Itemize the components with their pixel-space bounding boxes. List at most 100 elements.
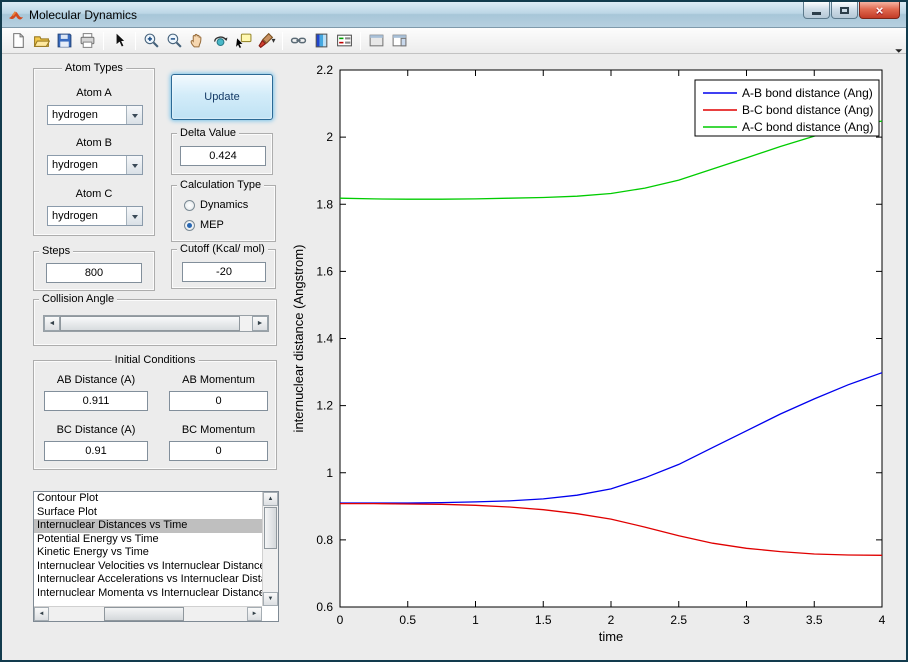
zoom-in-icon: [144, 33, 159, 48]
rotate-3d-button[interactable]: [209, 30, 232, 52]
scroll-down-icon[interactable]: ▼: [263, 592, 278, 606]
dynamics-radio[interactable]: Dynamics: [184, 199, 248, 211]
close-icon: ×: [875, 2, 884, 18]
new-figure-button[interactable]: [7, 30, 30, 52]
mep-radio[interactable]: MEP: [184, 219, 224, 231]
chevron-down-icon: [131, 113, 138, 121]
save-figure-icon: [57, 33, 72, 48]
brush-dropdown-icon: ▾: [271, 36, 276, 45]
x-tick-label: 2.5: [670, 613, 687, 627]
plot-type-listbox[interactable]: Contour Plot Surface Plot Internuclear Dis…: [33, 491, 279, 622]
mep-radio-label: MEP: [200, 219, 224, 231]
minimize-button[interactable]: [803, 2, 830, 19]
atom-a-select[interactable]: hydrogen: [47, 105, 143, 125]
x-tick-label: 4: [879, 613, 886, 627]
initial-conditions-panel: Initial Conditions AB Distance (A) AB Mo…: [33, 354, 277, 470]
list-item[interactable]: Surface Plot: [34, 506, 262, 520]
list-item[interactable]: Internuclear Distances vs Time: [34, 519, 262, 533]
atom-c-value: hydrogen: [52, 210, 98, 222]
open-file-icon: [33, 36, 50, 47]
panel-title: Steps: [39, 245, 74, 257]
insert-legend-button[interactable]: [333, 30, 356, 52]
close-button[interactable]: ×: [859, 2, 900, 19]
pan-hand-icon: [190, 33, 202, 48]
new-figure-icon: [13, 33, 24, 48]
open-file-button[interactable]: [30, 30, 53, 52]
slider-track[interactable]: [240, 316, 252, 331]
hide-plot-tools-button[interactable]: [365, 30, 388, 52]
pan-button[interactable]: [186, 30, 209, 52]
x-tick-label: 1: [472, 613, 479, 627]
y-tick-label: 1.6: [316, 264, 333, 278]
cutoff-input[interactable]: [182, 262, 266, 282]
steps-input[interactable]: [46, 263, 142, 283]
x-tick-label: 2: [608, 613, 615, 627]
zoom-out-button[interactable]: [163, 30, 186, 52]
collision-angle-panel: Collision Angle ◄ ►: [33, 293, 277, 346]
scroll-right-icon[interactable]: ►: [247, 607, 262, 621]
edit-plot-button[interactable]: [108, 30, 131, 52]
link-plots-button[interactable]: [287, 30, 310, 52]
update-button[interactable]: Update: [171, 74, 273, 120]
list-item[interactable]: Internuclear Accelerations vs Internucle…: [34, 573, 262, 587]
slider-right-arrow-icon[interactable]: ►: [252, 316, 268, 331]
window-title: Molecular Dynamics: [29, 7, 138, 22]
list-item[interactable]: Kinetic Energy vs Time: [34, 546, 262, 560]
toolbar-overflow-icon[interactable]: [891, 42, 903, 53]
slider-left-arrow-icon[interactable]: ◄: [44, 316, 60, 331]
x-tick-label: 1.5: [535, 613, 552, 627]
y-tick-label: 1.8: [316, 197, 333, 211]
calculation-type-panel: Calculation Type Dynamics MEP: [171, 179, 276, 242]
list-item[interactable]: Potential Energy vs Time: [34, 533, 262, 547]
y-tick-label: 1: [326, 466, 333, 480]
y-tick-label: 0.8: [316, 533, 333, 547]
radio-unselected-icon: [184, 199, 195, 211]
atom-c-select[interactable]: hydrogen: [47, 206, 143, 226]
legend-label: A-B bond distance (Ang): [742, 86, 873, 100]
insert-colorbar-button[interactable]: [310, 30, 333, 52]
show-plot-tools-icon: [392, 34, 407, 47]
list-item[interactable]: Internuclear Velocities vs Internuclear …: [34, 560, 262, 574]
link-plots-icon: [290, 37, 307, 44]
toolbar-separator: [360, 31, 361, 50]
slider-thumb[interactable]: [60, 316, 240, 331]
scroll-left-icon[interactable]: ◄: [34, 607, 49, 621]
atom-b-dropdown-button[interactable]: [126, 156, 142, 174]
show-plot-tools-button[interactable]: [388, 30, 411, 52]
brush-data-button[interactable]: ▾: [255, 30, 278, 52]
listbox-horizontal-scrollbar[interactable]: ◄ ►: [34, 606, 262, 621]
vertical-scroll-thumb[interactable]: [264, 507, 277, 549]
bc-momentum-input[interactable]: [169, 441, 268, 461]
maximize-icon: [840, 6, 849, 14]
atom-b-select[interactable]: hydrogen: [47, 155, 143, 175]
x-axis-label: time: [599, 629, 624, 644]
atom-b-value: hydrogen: [52, 159, 98, 171]
scroll-up-icon[interactable]: ▲: [263, 492, 278, 506]
save-figure-button[interactable]: [53, 30, 76, 52]
collision-angle-slider[interactable]: ◄ ►: [43, 315, 269, 332]
bc-momentum-label: BC Momentum: [181, 424, 256, 436]
ab-distance-input[interactable]: [44, 391, 148, 411]
insert-legend-icon: [337, 34, 352, 47]
y-tick-label: 0.6: [316, 600, 333, 614]
list-item[interactable]: Internuclear Momenta vs Internuclear Dis…: [34, 587, 262, 601]
maximize-button[interactable]: [831, 2, 858, 19]
data-cursor-button[interactable]: [232, 30, 255, 52]
ab-momentum-input[interactable]: [169, 391, 268, 411]
list-item[interactable]: Contour Plot: [34, 492, 262, 506]
titlebar[interactable]: Molecular Dynamics ×: [2, 2, 906, 28]
panel-title: Collision Angle: [39, 293, 118, 305]
zoom-in-button[interactable]: [140, 30, 163, 52]
panel-title: Calculation Type: [177, 179, 265, 191]
listbox-vertical-scrollbar[interactable]: ▲ ▼: [262, 492, 278, 606]
insert-colorbar-icon: [315, 33, 328, 48]
print-figure-button[interactable]: [76, 30, 99, 52]
bc-distance-input[interactable]: [44, 441, 148, 461]
bc-distance-label: BC Distance (A): [56, 424, 136, 436]
atom-a-dropdown-button[interactable]: [126, 106, 142, 124]
legend-label: B-C bond distance (Ang): [742, 103, 873, 117]
delta-value-input[interactable]: [180, 146, 266, 166]
horizontal-scroll-thumb[interactable]: [104, 607, 184, 621]
atom-c-dropdown-button[interactable]: [126, 207, 142, 225]
panel-title: Initial Conditions: [111, 354, 199, 366]
